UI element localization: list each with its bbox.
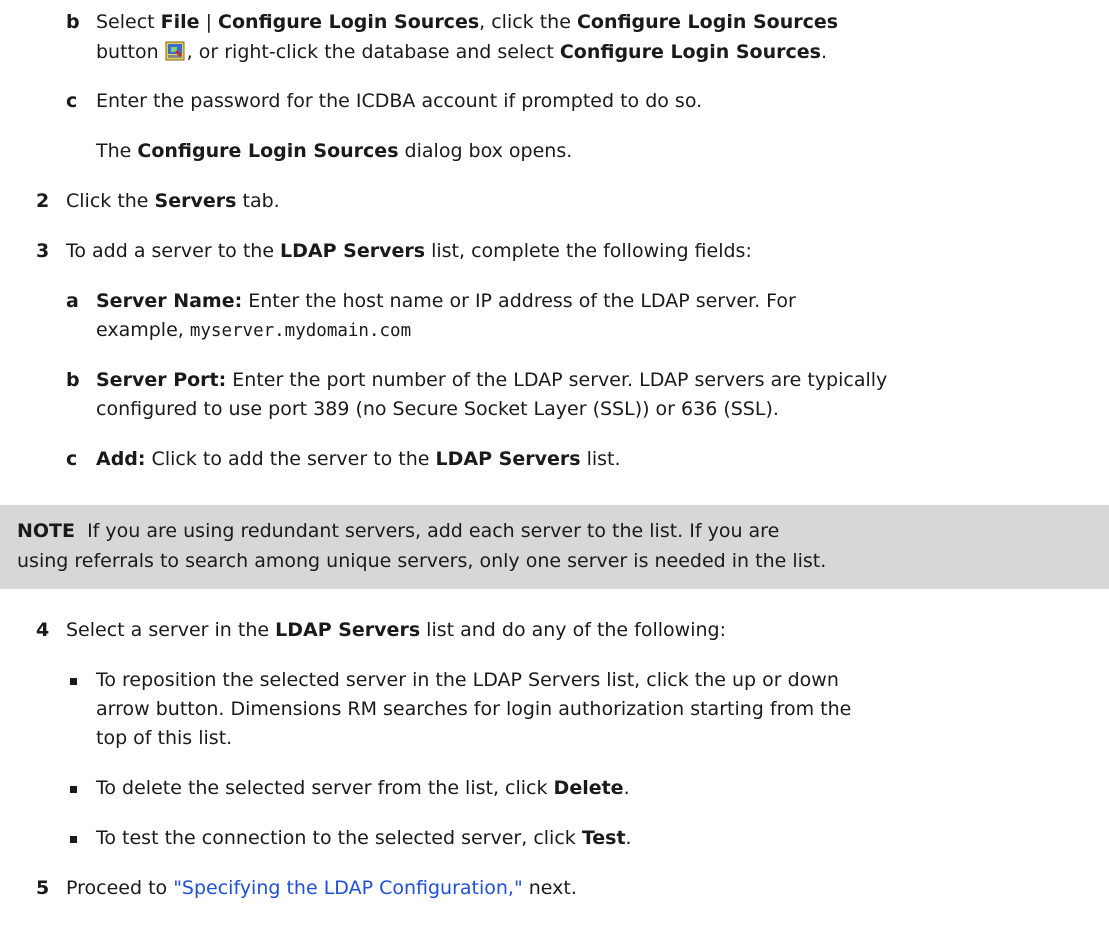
bullet-test bbox=[70, 836, 77, 843]
specifying-ldap-configuration-link[interactable]: "Specifying the LDAP Configuration," bbox=[173, 877, 523, 899]
step-3b-marker: b bbox=[66, 369, 80, 391]
bullet-delete bbox=[70, 786, 77, 793]
step-3b-line-2: configured to use port 389 (no Secure So… bbox=[96, 398, 779, 420]
step-3-number: 3 bbox=[36, 240, 50, 262]
step-1b-line-1: Select File | Configure Login Sources, c… bbox=[96, 11, 839, 33]
bullet-delete-text: To delete the selected server from the l… bbox=[96, 777, 630, 799]
step-5-number: 5 bbox=[36, 877, 50, 899]
note-line-1: NOTE If you are using redundant servers,… bbox=[17, 520, 780, 542]
step-3a-line-1: Server Name: Enter the host name or IP a… bbox=[96, 290, 796, 312]
step-5-text: Proceed to "Specifying the LDAP Configur… bbox=[66, 877, 577, 899]
note-line-2: using referrals to search among unique s… bbox=[17, 550, 827, 572]
step-1c-result: The Configure Login Sources dialog box o… bbox=[96, 140, 573, 162]
bullet-reposition-line-3: top of this list. bbox=[96, 727, 233, 749]
bullet-test-text: To test the connection to the selected s… bbox=[96, 827, 632, 849]
step-3a-line-2: example, myserver.mydomain.com bbox=[96, 319, 412, 341]
step-3a-marker: a bbox=[66, 290, 79, 312]
bullet-reposition-line-1: To reposition the selected server in the… bbox=[96, 669, 839, 691]
step-1c-text: Enter the password for the ICDBA account… bbox=[96, 90, 703, 112]
server-name-example-code: myserver.mydomain.com bbox=[189, 321, 412, 341]
step-4-text: Select a server in the LDAP Servers list… bbox=[66, 619, 726, 641]
step-4-number: 4 bbox=[36, 619, 50, 641]
step-1c-marker: c bbox=[66, 90, 78, 112]
step-3-text: To add a server to the LDAP Servers list… bbox=[66, 240, 752, 262]
step-3c-marker: c bbox=[66, 448, 78, 470]
bullet-reposition-line-2: arrow button. Dimensions RM searches for… bbox=[96, 698, 852, 720]
step-2-text: Click the Servers tab. bbox=[66, 190, 280, 212]
bullet-reposition bbox=[70, 678, 77, 685]
step-3c-text: Add: Click to add the server to the LDAP… bbox=[96, 448, 621, 470]
step-1b-marker: b bbox=[66, 11, 80, 33]
step-2-number: 2 bbox=[36, 190, 50, 212]
step-3b-line-1: Server Port: Enter the port number of th… bbox=[96, 369, 888, 391]
note-box: NOTE If you are using redundant servers,… bbox=[0, 505, 1109, 589]
step-1b-line-2: button , or right-click the database and… bbox=[96, 40, 828, 63]
configure-login-sources-icon bbox=[165, 40, 185, 61]
note-label: NOTE bbox=[17, 520, 75, 542]
